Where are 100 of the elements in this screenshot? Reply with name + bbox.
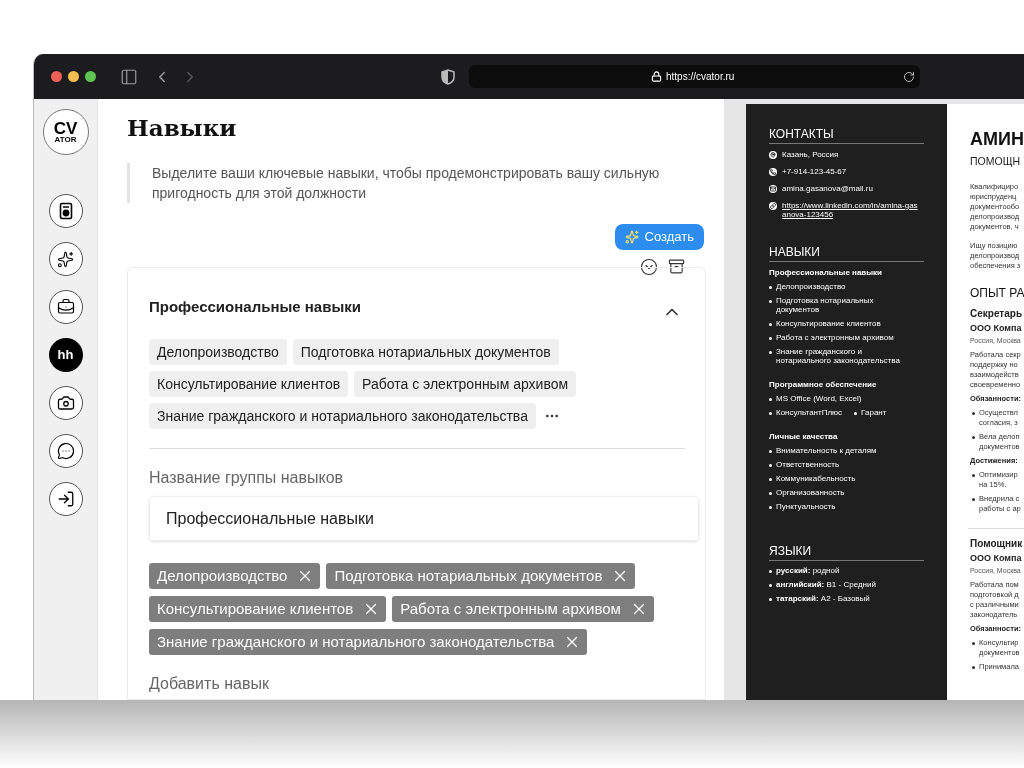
company-name: ООО Компа <box>970 553 1023 564</box>
tag-text: Делопроизводство <box>157 565 288 586</box>
maximize-window-button[interactable] <box>85 71 96 82</box>
phone-icon <box>769 168 777 176</box>
bullet-icon <box>972 498 975 501</box>
profile-link[interactable]: https://www.linkedin.com/in/amina-gasanova-123456 <box>782 201 920 219</box>
bullet-icon <box>769 570 772 573</box>
bullet-icon <box>769 450 772 453</box>
language-item: татарский: A2 - Базовый <box>776 594 870 603</box>
skill-item: Ответственность <box>776 460 840 469</box>
job-title: Помощник <box>970 538 1024 550</box>
bullet-icon <box>769 412 772 415</box>
briefcase-icon <box>56 298 75 316</box>
bullet-icon <box>972 666 975 669</box>
skill-item: Делопроизводство <box>776 282 846 291</box>
bullet-icon <box>769 286 772 289</box>
shield-icon[interactable] <box>441 68 455 85</box>
section-heading: ЯЗЫКИ <box>769 544 924 561</box>
bullet-icon <box>769 478 772 481</box>
skill-group-title: Профессиональные навыки <box>769 268 884 277</box>
skill-group-title: Личные качества <box>769 432 839 441</box>
bullet-icon <box>972 642 975 645</box>
bullet-icon <box>769 351 772 354</box>
skill-item: Консультирование клиентов <box>776 319 881 328</box>
reload-icon[interactable] <box>903 70 915 83</box>
logo[interactable]: CV ATOR <box>42 109 89 155</box>
sidebar-item[interactable] <box>48 482 83 516</box>
skill-item: Гарант <box>861 408 887 417</box>
section-heading: КОНТАКТЫ <box>769 127 924 144</box>
job-title: Секретарь <box>970 308 1024 320</box>
close-window-button[interactable] <box>51 71 62 82</box>
tag-text: Работа с электронным архивом <box>400 598 621 619</box>
resume-role: ПОМОЩН <box>970 154 1022 168</box>
bullet-icon <box>972 412 975 415</box>
skill-tag: Работа с электронным архивом <box>354 371 577 397</box>
skill-item: MS Office (Word, Excel) <box>776 394 862 403</box>
skill-group-title: Программное обеспечение <box>769 380 878 389</box>
sparkle-icon <box>57 250 74 268</box>
contact-text: amina.gasanova@mail.ru <box>782 184 873 193</box>
bullet-icon <box>769 398 772 401</box>
address-bar[interactable]: https://cvator.ru <box>469 65 920 88</box>
sign-in-icon <box>56 490 75 508</box>
logo-text: CV <box>53 120 78 136</box>
bullet-icon <box>769 300 772 303</box>
sidebar-item[interactable] <box>48 386 83 420</box>
skill-item: Организованность <box>776 488 845 497</box>
field-label: Название группы навыков <box>149 468 345 488</box>
contact-text: Казань, Россия <box>782 150 839 159</box>
bullet-icon <box>972 436 975 439</box>
sidebar-toggle-icon[interactable] <box>120 67 138 86</box>
lock-icon <box>651 71 662 82</box>
tag-text: Подготовка нотариальных документов <box>334 565 603 586</box>
sidebar-item[interactable] <box>48 434 83 468</box>
bullet-icon <box>854 412 858 415</box>
sidebar-item[interactable]: hh <box>48 338 83 372</box>
skill-tag: Консультирование клиентов <box>149 371 349 397</box>
company-name: ООО Компа <box>970 323 1023 334</box>
skill-item: КонсультантПлюс <box>776 408 843 417</box>
logo-subtext: ATOR <box>54 135 77 144</box>
tag-text: Консультирование клиентов <box>157 598 354 619</box>
section-heading: ОПЫТ РА <box>970 286 1024 300</box>
skill-tag: Делопроизводство <box>149 339 287 365</box>
location-icon <box>769 151 777 159</box>
bullet-icon <box>769 464 772 467</box>
language-item: английский: B1 - Средний <box>776 580 876 589</box>
skill-item: Внимательность к деталям <box>776 446 877 455</box>
field-label: Добавить навык <box>149 674 270 694</box>
hint-quote: Выделите ваши ключевые навыки, чтобы продемонстрировать вашу сильную пригодность для этой должности <box>127 163 704 203</box>
sidebar-item[interactable] <box>48 194 83 228</box>
page-title: Навыки <box>127 113 238 143</box>
bullet-icon <box>769 584 772 587</box>
bullet-icon <box>972 474 975 477</box>
group-name-field[interactable]: Профессиональные навыки <box>149 496 699 541</box>
chat-icon <box>56 442 75 460</box>
minimize-window-button[interactable] <box>68 71 79 82</box>
sidebar-item[interactable] <box>48 290 83 324</box>
bullet-icon <box>769 323 772 326</box>
language-item: русский: родной <box>776 566 840 575</box>
group-title: Профессиональные навыки <box>149 296 361 317</box>
skill-item: Знание гражданского и нотариального законодательства <box>776 347 901 365</box>
resume-name: АМИН <box>970 129 1024 149</box>
bullet-icon <box>769 598 772 601</box>
skill-item: Подготовка нотариальных документов <box>776 296 875 314</box>
skill-tag: Подготовка нотариальных документов <box>292 339 559 365</box>
bullet-icon <box>769 492 772 495</box>
link-icon <box>769 202 777 210</box>
email-icon <box>769 185 777 193</box>
bullet-icon <box>769 506 772 509</box>
contact-text: +7-914-123-45-67 <box>782 167 847 176</box>
camera-icon <box>56 394 75 412</box>
url-text: https://cvator.ru <box>666 70 735 84</box>
bullet-icon <box>769 337 772 340</box>
sidebar-item[interactable] <box>48 242 83 276</box>
archive-icon[interactable] <box>668 258 685 275</box>
skill-tag: Знание гражданского и нотариального законодательства <box>149 403 536 429</box>
tag-text: Знание гражданского и нотариального законодательства <box>157 631 555 652</box>
section-heading: НАВЫКИ <box>769 245 924 262</box>
skill-item: Коммуникабельность <box>776 474 856 483</box>
sparkle-icon <box>624 230 639 244</box>
skill-item: Работа с электронным архивом <box>776 333 894 342</box>
